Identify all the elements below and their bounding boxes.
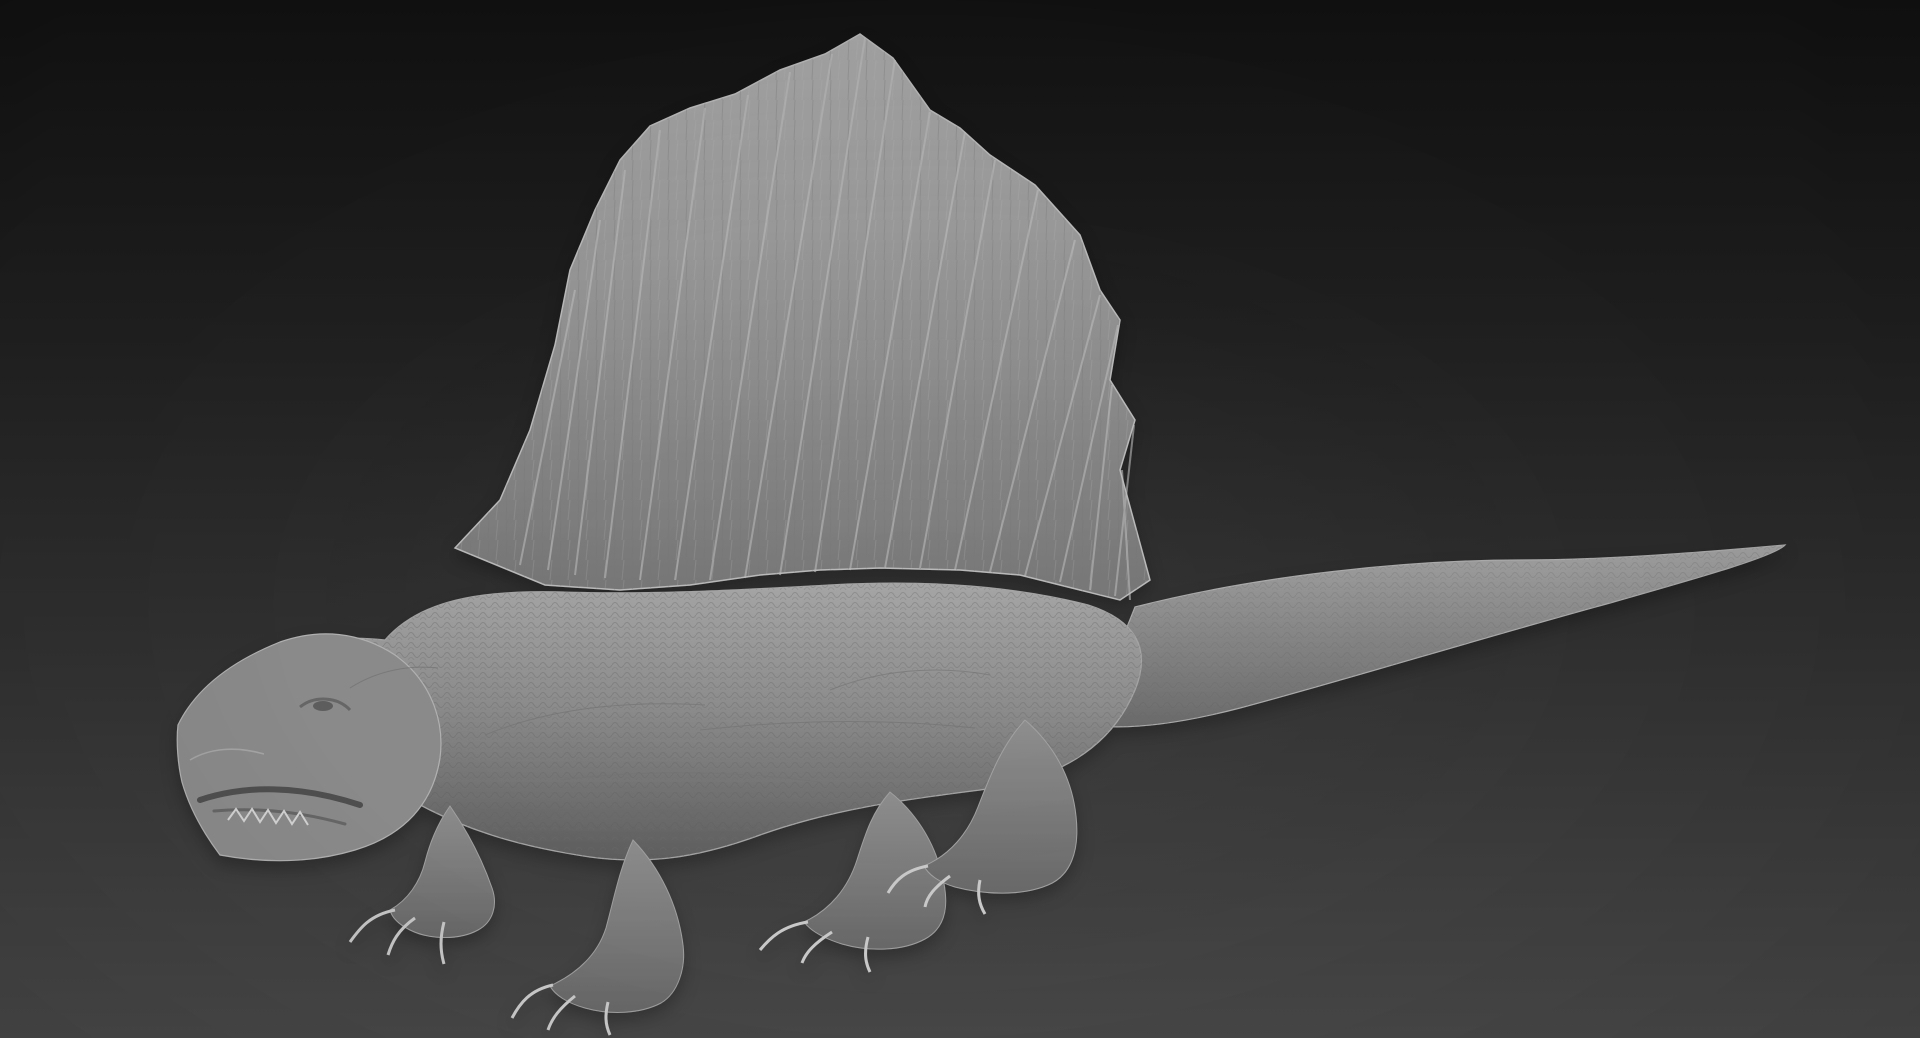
dimetrodon-figure: [176, 33, 1787, 1036]
dimetrodon-tail: [1087, 544, 1787, 728]
front-right-leg: [510, 839, 685, 1036]
dimetrodon-model[interactable]: [0, 0, 1920, 1038]
viewport-canvas[interactable]: [0, 0, 1920, 1038]
dimetrodon-head: [176, 633, 442, 862]
sail-back-spine: [453, 33, 1151, 601]
